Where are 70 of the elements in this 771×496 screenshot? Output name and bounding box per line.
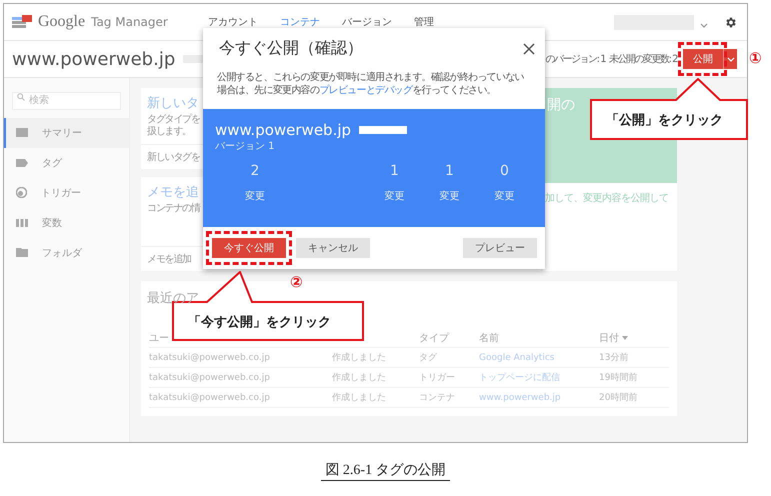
figure-caption: 図 2.6-1 タグの公開 xyxy=(321,463,450,481)
column-header[interactable]: 日付 xyxy=(599,330,669,344)
callout-text: 「今す公開」をクリック xyxy=(188,313,331,331)
table-link[interactable]: トップページに配信 xyxy=(479,371,599,384)
nav-tab[interactable]: 管理 xyxy=(414,15,434,29)
sidebar-label: トリガー xyxy=(41,186,81,200)
card-text: タグタイプを xyxy=(147,114,200,126)
sidebar-label: タグ xyxy=(42,156,62,170)
card-link[interactable]: メモを追加 xyxy=(147,252,192,266)
card-text: 加して、変更内容を公開して xyxy=(544,192,670,206)
product-name: Tag Manager xyxy=(91,15,168,29)
callout-text: 「公開」をクリック xyxy=(606,111,723,129)
change-label: 変更 xyxy=(494,190,514,203)
column-header: タイプ xyxy=(419,332,450,344)
dialog-message: 公開すると、これらの変更が即時に適用されます。確認が終わっていない場合は、先に変更内容のプレビューとデバッグを行ってください。 xyxy=(217,71,525,97)
sidebar-label: 変数 xyxy=(42,216,62,230)
preview-button[interactable]: プレビュー xyxy=(463,238,537,258)
table-cell-text: takatsuki@powerweb.co.jp xyxy=(149,392,271,402)
table-cell-text: 13分前 xyxy=(599,352,630,364)
change-count: 1 xyxy=(445,163,454,179)
table-cell-text: 作成しました xyxy=(332,372,387,384)
sidebar-item[interactable]: トリガー xyxy=(4,178,129,208)
change-count: 0 xyxy=(500,163,509,179)
change-label: 変更 xyxy=(440,190,460,203)
search-field[interactable]: 検索 xyxy=(12,92,121,110)
card-text: コンテナの情 xyxy=(147,203,200,215)
unpublished-changes: 未公開の変更数: 2 xyxy=(609,52,677,66)
sidebar-item[interactable]: タグ xyxy=(4,148,129,178)
sidebar-label: フォルダ xyxy=(42,246,82,260)
nav-tab[interactable]: コンテナ xyxy=(280,15,320,29)
table-cell-text: takatsuki@powerweb.co.jp xyxy=(149,352,271,362)
sidebar-item[interactable]: サマリー xyxy=(4,118,129,148)
brand-name: Google xyxy=(38,13,86,31)
change-count: 2 xyxy=(250,163,260,179)
column-header: ユー xyxy=(149,332,170,344)
card-title: 新しいタ xyxy=(147,95,199,112)
version-info: のバージョン: 1 xyxy=(546,53,606,66)
publish-button[interactable]: 公開 xyxy=(683,49,723,69)
publish-now-button[interactable]: 今すぐ公開 xyxy=(212,238,286,258)
change-label: 変更 xyxy=(245,190,265,203)
card-text: 扱します。 xyxy=(147,126,192,138)
cancel-button[interactable]: キャンセル xyxy=(296,238,370,258)
nav-tab[interactable]: アカウント xyxy=(208,15,258,29)
preview-debug-link[interactable]: プレビューとデバッグ xyxy=(319,85,412,96)
table-cell-text: 20時間前 xyxy=(599,392,638,404)
card-title: メモを追 xyxy=(147,184,199,201)
change-label: 変更 xyxy=(384,190,404,203)
card-link[interactable]: 新しいタグを xyxy=(147,150,200,164)
table-cell-text: タグ xyxy=(419,352,438,364)
sidebar-item[interactable]: 変数 xyxy=(4,208,129,238)
container-name: www.powerweb.jp xyxy=(215,121,352,139)
table-cell-text: 19時間前 xyxy=(599,372,638,384)
sidebar-label: サマリー xyxy=(42,126,82,140)
table-link[interactable]: www.powerweb.jp xyxy=(479,392,599,402)
change-count: 1 xyxy=(390,163,399,179)
table-cell-text: トリガー xyxy=(419,372,456,384)
table-cell-text: コンテナ xyxy=(419,392,456,404)
column-header: 名前 xyxy=(479,332,500,344)
card-title: 開の xyxy=(547,97,575,113)
table-link[interactable]: Google Analytics xyxy=(479,352,599,362)
table-cell-text: 作成しました xyxy=(332,352,387,364)
version-label: バージョン 1 xyxy=(215,140,276,153)
dialog-title: 今すぐ公開（確認） xyxy=(219,38,363,59)
table-cell-text: takatsuki@powerweb.co.jp xyxy=(149,372,271,382)
nav-tab[interactable]: バージョン xyxy=(342,15,392,29)
table-cell-text: 作成しました xyxy=(332,392,387,404)
container-name: www.powerweb.jp xyxy=(12,48,176,70)
sidebar-item[interactable]: フォルダ xyxy=(4,238,129,268)
step-number: ② xyxy=(290,273,303,291)
step-number: ① xyxy=(749,49,762,67)
